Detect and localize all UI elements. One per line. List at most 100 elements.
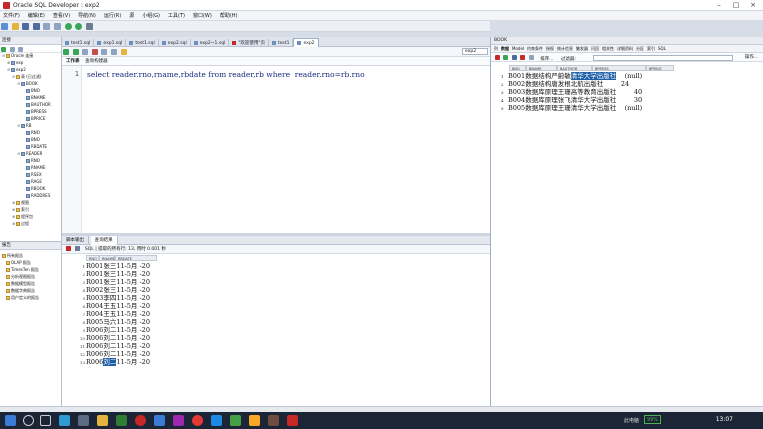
refresh-icon[interactable]: [9, 47, 15, 52]
cell[interactable]: 张三: [103, 262, 116, 270]
cell[interactable]: R004: [86, 310, 103, 318]
tree-node[interactable]: ⊕ 程序包: [12, 214, 33, 220]
cell[interactable]: 刘二: [103, 334, 116, 342]
cell[interactable]: R006: [86, 350, 103, 358]
pin-icon[interactable]: [495, 55, 500, 60]
cell[interactable]: R004: [86, 302, 103, 310]
cell[interactable]: 11-5月 -20: [116, 342, 150, 350]
cell[interactable]: 刘二: [103, 358, 117, 366]
battery-indicator[interactable]: 99%: [644, 415, 661, 424]
cell[interactable]: 刘二: [103, 326, 116, 334]
app-icon-5[interactable]: [230, 415, 241, 426]
cell[interactable]: B005: [508, 104, 525, 112]
save-all-icon[interactable]: [32, 23, 40, 30]
cell[interactable]: B004: [508, 96, 525, 104]
cell[interactable]: 张三: [103, 278, 116, 286]
cell[interactable]: 11-5月 -20: [116, 310, 150, 318]
cell[interactable]: 高等教育出版社: [571, 88, 617, 96]
doc-tab-7[interactable]: exp2: [293, 38, 319, 47]
table-editor-tab-4[interactable]: 授权: [546, 46, 554, 51]
sort-button[interactable]: 排序...: [540, 57, 553, 62]
cell[interactable]: 11-5月 -20: [116, 358, 150, 366]
task-view-icon[interactable]: [40, 415, 51, 426]
tree-node[interactable]: ⊖ BOOK: [17, 81, 38, 87]
actions-button[interactable]: 操作...: [745, 53, 758, 62]
tree-node[interactable]: ⊖ exp2: [7, 67, 26, 73]
report-item[interactable]: 所有报告: [2, 253, 23, 259]
tree-node[interactable]: RAGE: [22, 179, 42, 185]
app-icon-3[interactable]: [192, 415, 203, 426]
tree-node[interactable]: ⊕ 过程: [12, 221, 29, 227]
cell[interactable]: 数据库原理: [525, 104, 558, 112]
sql-editor[interactable]: select reader.rno,rname,rbdate from read…: [87, 70, 365, 79]
column-header[interactable]: BNAME: [526, 65, 557, 71]
table-editor-tab-8[interactable]: 相关性: [602, 46, 614, 51]
cell[interactable]: R006: [86, 358, 103, 366]
table-editor-tab-3[interactable]: 约束条件: [527, 46, 543, 51]
commit-icon[interactable]: [82, 49, 89, 55]
tree-node[interactable]: BNO: [22, 88, 40, 94]
tree-node[interactable]: RNO: [22, 158, 40, 164]
tree-node[interactable]: RBDATE: [22, 144, 47, 150]
menu-item-7[interactable]: 工具(T): [168, 11, 185, 21]
menu-item-5[interactable]: 源: [129, 11, 134, 21]
table-editor-tab-6[interactable]: 触发器: [576, 46, 588, 51]
cell[interactable]: B002: [508, 80, 525, 88]
tree-node[interactable]: BNO: [22, 137, 40, 143]
cell[interactable]: 11-5月 -20: [116, 278, 150, 286]
column-header[interactable]: BPRESS: [592, 65, 646, 71]
app-icon-2[interactable]: [173, 415, 184, 426]
tree-node[interactable]: RSEX: [22, 172, 42, 178]
sql-developer-taskbar-icon[interactable]: [287, 415, 298, 426]
tree-node[interactable]: ⊖ Oracle 连接: [2, 53, 33, 59]
refresh-icon[interactable]: [503, 55, 509, 60]
tree-node[interactable]: ⊖ RB: [17, 123, 32, 129]
cell[interactable]: 30: [616, 96, 642, 104]
tree-node[interactable]: RNAME: [22, 165, 46, 171]
tree-node[interactable]: RNO: [22, 130, 40, 136]
tree-node[interactable]: RBOOK: [22, 186, 45, 192]
column-header[interactable]: RNO: [86, 255, 99, 261]
start-icon[interactable]: [5, 415, 16, 426]
wechat-icon[interactable]: [116, 415, 127, 426]
cell[interactable]: R001: [86, 262, 103, 270]
table-row[interactable]: 5 B005数据库原理王珊清华大学出版社 (null): [501, 104, 642, 113]
cell[interactable]: 严蔚敏: [551, 72, 571, 80]
cell[interactable]: 刘二: [103, 342, 116, 350]
cell[interactable]: 数据结构: [525, 80, 551, 88]
cell[interactable]: 清华大学出版社: [571, 104, 617, 112]
print-icon[interactable]: [75, 246, 81, 251]
cell[interactable]: 北航出版社: [571, 80, 604, 88]
cell[interactable]: 张三: [103, 270, 116, 278]
insert-row-icon[interactable]: [511, 55, 517, 60]
table-editor-tab-0[interactable]: 列: [494, 46, 498, 51]
tree-node[interactable]: ⊕ exp: [7, 60, 23, 66]
menu-item-4[interactable]: 运行(R): [104, 11, 121, 21]
tree-node[interactable]: ⊕ 视图: [12, 200, 29, 206]
table-editor-tab-12[interactable]: SQL: [658, 46, 666, 51]
tab-query-builder[interactable]: 查询构建器: [85, 57, 108, 66]
tab-script-output[interactable]: 脚本输出: [62, 236, 89, 245]
cell[interactable]: 刘二: [103, 350, 116, 358]
table-editor-tab-1[interactable]: 数据: [501, 46, 509, 51]
cell[interactable]: R002: [86, 286, 103, 294]
explorer-icon[interactable]: [78, 415, 89, 426]
cell[interactable]: (null): [616, 72, 643, 80]
sql-icon[interactable]: [85, 23, 93, 30]
commit-icon[interactable]: [528, 55, 534, 60]
cell[interactable]: 数据库原理: [525, 96, 558, 104]
cell[interactable]: 数据结构: [525, 72, 551, 80]
tree-node[interactable]: RADDRES: [22, 193, 50, 199]
cell[interactable]: R001: [86, 278, 103, 286]
cell[interactable]: 王五: [103, 302, 116, 310]
tree-node[interactable]: BPRICE: [22, 116, 45, 122]
report-item[interactable]: 分析视图报告: [6, 274, 35, 280]
app-icon-6[interactable]: [249, 415, 260, 426]
browser-icon[interactable]: [135, 415, 146, 426]
redo-icon[interactable]: [53, 23, 61, 30]
cell[interactable]: B001: [508, 72, 525, 80]
forward-icon[interactable]: [75, 23, 83, 30]
table-editor-tab-11[interactable]: 索引: [647, 46, 655, 51]
edge-icon[interactable]: [59, 415, 70, 426]
clock[interactable]: 13:07: [716, 416, 733, 423]
